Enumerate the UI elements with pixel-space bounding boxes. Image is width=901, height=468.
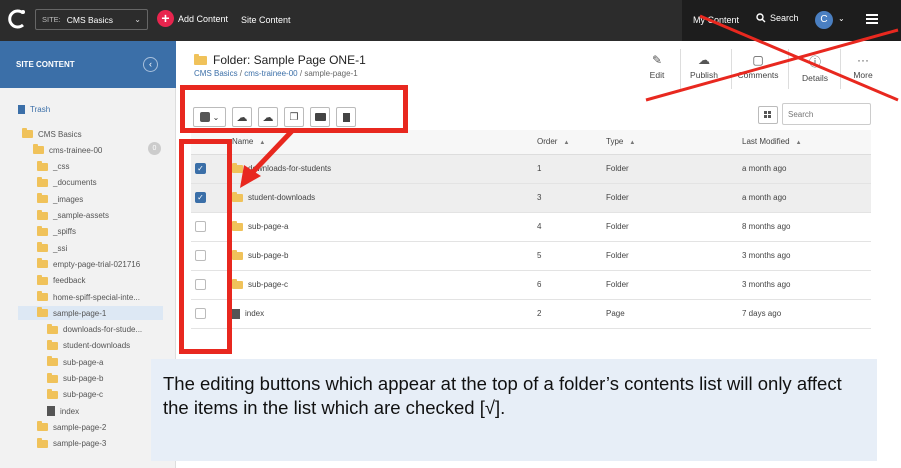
annotation-text: The editing buttons which appear at the … bbox=[163, 373, 842, 418]
cms-screen: SITE: CMS Basics ⌄ + Add Content Site Co… bbox=[0, 0, 901, 468]
arrow-line bbox=[250, 129, 294, 175]
annotation-callout: The editing buttons which appear at the … bbox=[151, 359, 877, 461]
cross-out-line bbox=[699, 14, 899, 102]
cross-out-line bbox=[645, 28, 899, 102]
